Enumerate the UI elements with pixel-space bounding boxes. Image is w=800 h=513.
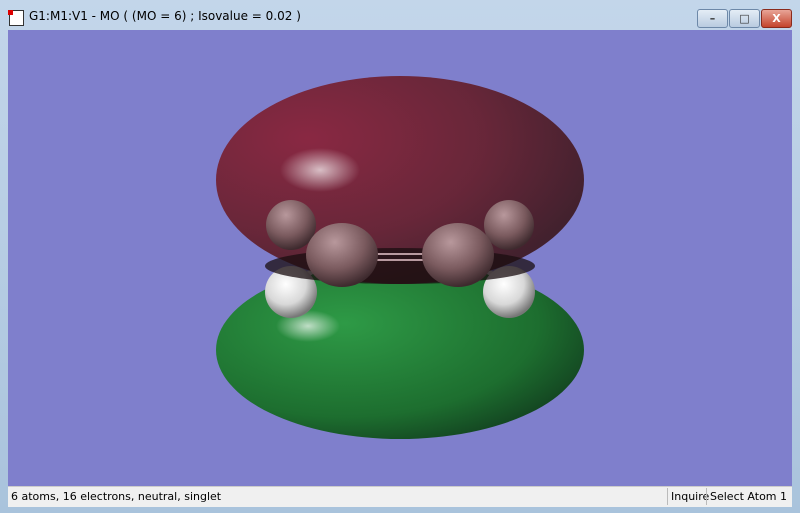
action-indicator: Select Atom 1 [706, 488, 790, 505]
minimize-icon: – [709, 12, 716, 25]
minimize-button[interactable]: – [697, 9, 728, 28]
carbon-atom [422, 223, 494, 287]
title-bar[interactable]: G1:M1:V1 - MO ( (MO = 6) ; Isovalue = 0.… [0, 0, 800, 30]
orbital-render [216, 76, 584, 439]
hydrogen-atom [484, 200, 534, 250]
maximize-icon: □ [739, 12, 750, 25]
hydrogen-atom [266, 200, 316, 250]
highlight [280, 148, 360, 192]
carbon-atom [306, 223, 378, 287]
molecule-viewer-canvas[interactable] [8, 30, 792, 486]
close-button[interactable]: X [761, 9, 792, 28]
close-icon: X [772, 12, 781, 25]
application-window: G1:M1:V1 - MO ( (MO = 6) ; Isovalue = 0.… [0, 0, 800, 513]
maximize-button[interactable]: □ [729, 9, 760, 28]
molecule-info: 6 atoms, 16 electrons, neutral, singlet [11, 490, 222, 503]
window-title: G1:M1:V1 - MO ( (MO = 6) ; Isovalue = 0.… [29, 9, 301, 23]
app-icon[interactable] [8, 10, 24, 26]
status-bar: 6 atoms, 16 electrons, neutral, singlet … [8, 486, 792, 507]
